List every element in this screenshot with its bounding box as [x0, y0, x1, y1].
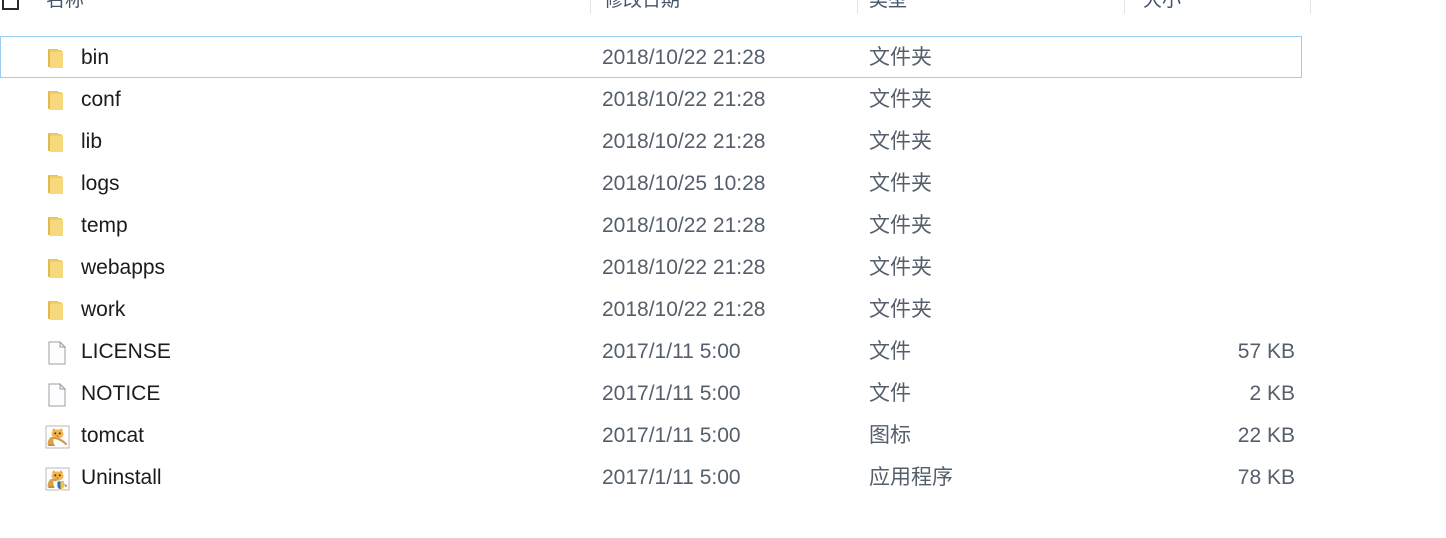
row-icon-cell — [45, 415, 73, 457]
row-name-cell: LICENSE — [81, 340, 171, 363]
row-size-cell — [1041, 289, 1295, 331]
tomcat-cat-shield-icon — [45, 467, 71, 491]
column-header-type[interactable]: 类型 — [869, 0, 907, 12]
row-name-cell: work — [81, 298, 126, 321]
row-date-cell: 2017/1/11 5:00 — [602, 382, 741, 405]
row-name-cell: lib — [81, 130, 103, 153]
row-name-cell: webapps — [81, 256, 166, 279]
column-divider-type-size[interactable] — [1124, 0, 1125, 14]
row-name-cell: conf — [81, 88, 121, 111]
row-size-cell: 78 KB — [1237, 466, 1295, 489]
column-header-name[interactable]: 名称 — [46, 0, 84, 12]
row-icon-cell — [45, 247, 73, 289]
row-date-cell: 2018/10/22 21:28 — [602, 130, 766, 153]
row-icon-cell — [45, 163, 73, 205]
tomcat-cat-icon — [45, 425, 71, 449]
row-icon-cell — [45, 289, 73, 331]
row-size-cell: 22 KB — [1237, 424, 1295, 447]
row-icon-cell — [45, 331, 73, 373]
row-name-cell: bin — [81, 46, 110, 69]
row-name-cell: Uninstall — [81, 466, 162, 489]
table-row[interactable]: webapps 2018/10/22 21:28 文件夹 — [0, 246, 1446, 288]
row-icon-cell — [45, 457, 73, 499]
row-icon-cell — [45, 373, 73, 415]
row-size-cell — [1041, 79, 1295, 121]
table-row[interactable]: Uninstall 2017/1/11 5:00 应用程序 78 KB — [0, 456, 1446, 498]
document-icon — [45, 341, 71, 365]
row-size-cell — [1041, 37, 1295, 79]
column-divider-name-date[interactable] — [590, 0, 591, 14]
row-size-cell: 57 KB — [1237, 340, 1295, 363]
table-row[interactable]: work 2018/10/22 21:28 文件夹 — [0, 288, 1446, 330]
table-row[interactable]: temp 2018/10/22 21:28 文件夹 — [0, 204, 1446, 246]
row-size-cell — [1041, 121, 1295, 163]
table-row[interactable]: LICENSE 2017/1/11 5:00 文件 57 KB — [0, 330, 1446, 372]
row-date-cell: 2018/10/22 21:28 — [602, 256, 766, 279]
table-row[interactable]: logs 2018/10/25 10:28 文件夹 — [0, 162, 1446, 204]
row-name-cell: temp — [81, 214, 128, 237]
row-size-cell — [1041, 163, 1295, 205]
row-date-cell: 2017/1/11 5:00 — [602, 466, 741, 489]
document-icon — [45, 383, 71, 407]
row-icon-cell — [45, 205, 73, 247]
select-all-checkbox[interactable] — [2, 0, 19, 10]
file-list: bin 2018/10/22 21:28 文件夹 conf 2018/10/22 21:… — [0, 36, 1446, 498]
row-size-cell — [1041, 247, 1295, 289]
column-header-row: 名称 修改日期 类型 大小 — [0, 0, 1446, 16]
row-date-cell: 2017/1/11 5:00 — [602, 340, 741, 363]
table-row[interactable]: NOTICE 2017/1/11 5:00 文件 2 KB — [0, 372, 1446, 414]
table-row[interactable]: lib 2018/10/22 21:28 文件夹 — [0, 120, 1446, 162]
row-name-cell: NOTICE — [81, 382, 161, 405]
row-name-cell: tomcat — [81, 424, 145, 447]
row-name-cell: logs — [81, 172, 120, 195]
folder-icon — [45, 215, 71, 239]
row-date-cell: 2018/10/22 21:28 — [602, 88, 766, 111]
table-row[interactable]: conf 2018/10/22 21:28 文件夹 — [0, 78, 1446, 120]
row-icon-cell — [45, 37, 73, 79]
table-row[interactable]: bin 2018/10/22 21:28 文件夹 — [0, 36, 1302, 78]
row-icon-cell — [45, 79, 73, 121]
row-icon-cell — [45, 121, 73, 163]
folder-icon — [45, 89, 71, 113]
folder-icon — [45, 257, 71, 281]
row-date-cell: 2017/1/11 5:00 — [602, 424, 741, 447]
folder-icon — [45, 47, 71, 71]
row-size-cell: 2 KB — [1249, 382, 1295, 405]
file-explorer-details-view: 名称 修改日期 类型 大小 bin 2018/10/22 21:28 文件夹 conf… — [0, 0, 1446, 538]
column-header-date-modified[interactable]: 修改日期 — [604, 0, 680, 12]
table-row[interactable]: tomcat 2017/1/11 5:00 图标 22 KB — [0, 414, 1446, 456]
row-date-cell: 2018/10/25 10:28 — [602, 172, 766, 195]
column-divider-size-end[interactable] — [1310, 0, 1311, 14]
row-date-cell: 2018/10/22 21:28 — [602, 46, 766, 69]
column-divider-date-type[interactable] — [857, 0, 858, 14]
row-date-cell: 2018/10/22 21:28 — [602, 298, 766, 321]
folder-icon — [45, 299, 71, 323]
folder-icon — [45, 131, 71, 155]
folder-icon — [45, 173, 71, 197]
row-date-cell: 2018/10/22 21:28 — [602, 214, 766, 237]
column-header-size[interactable]: 大小 — [1143, 0, 1181, 12]
row-size-cell — [1041, 205, 1295, 247]
